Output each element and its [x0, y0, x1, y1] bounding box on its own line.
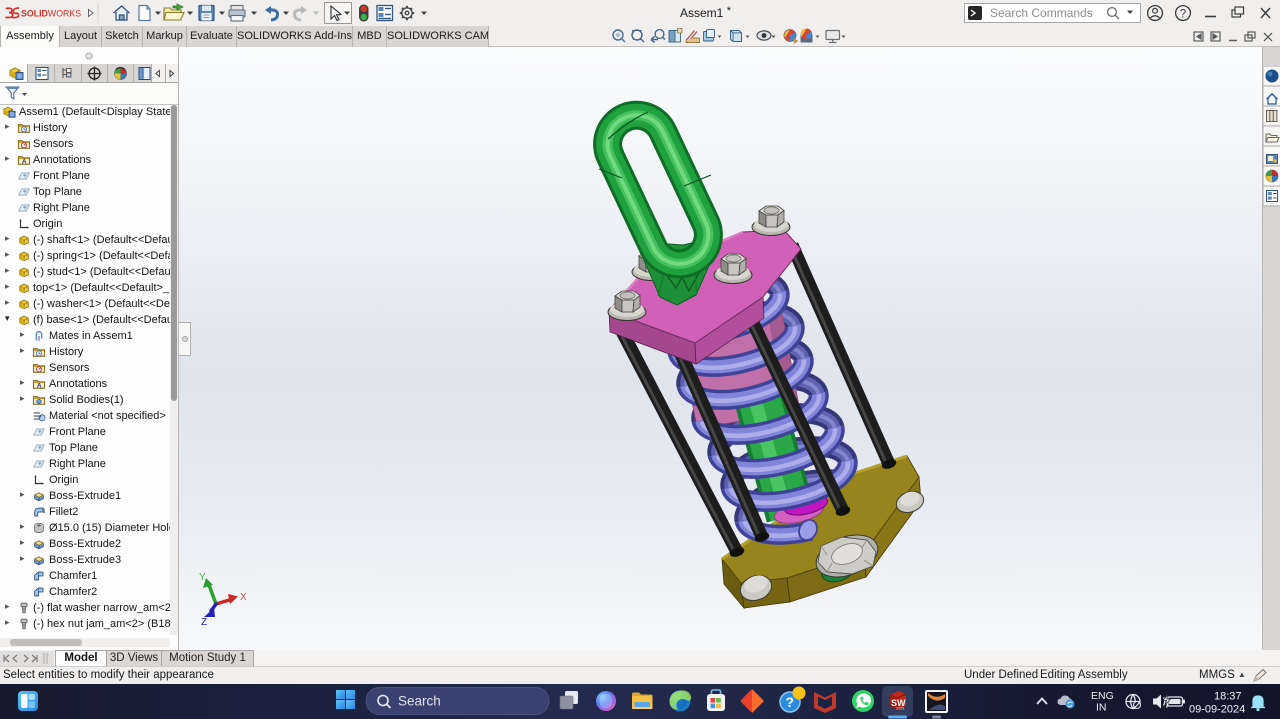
svg-text:X: X	[240, 592, 247, 603]
svg-text:IN: IN	[1096, 702, 1107, 714]
svg-text:Y: Y	[199, 572, 206, 583]
svg-text:18:37: 18:37	[1214, 691, 1242, 703]
svg-text:?: ?	[786, 694, 795, 710]
svg-text:2021: 2021	[896, 706, 906, 711]
svg-text:?: ?	[1180, 8, 1186, 20]
svg-text:Search Commands: Search Commands	[990, 6, 1093, 20]
svg-text:09-09-2024: 09-09-2024	[1189, 704, 1245, 716]
svg-text:Assem1 *: Assem1 *	[680, 5, 732, 20]
svg-text:Search: Search	[398, 694, 441, 709]
svg-text:Z: Z	[201, 617, 207, 628]
svg-text:ENG: ENG	[1091, 690, 1114, 702]
svg-text:SOLIDWORKS: SOLIDWORKS	[21, 9, 81, 19]
